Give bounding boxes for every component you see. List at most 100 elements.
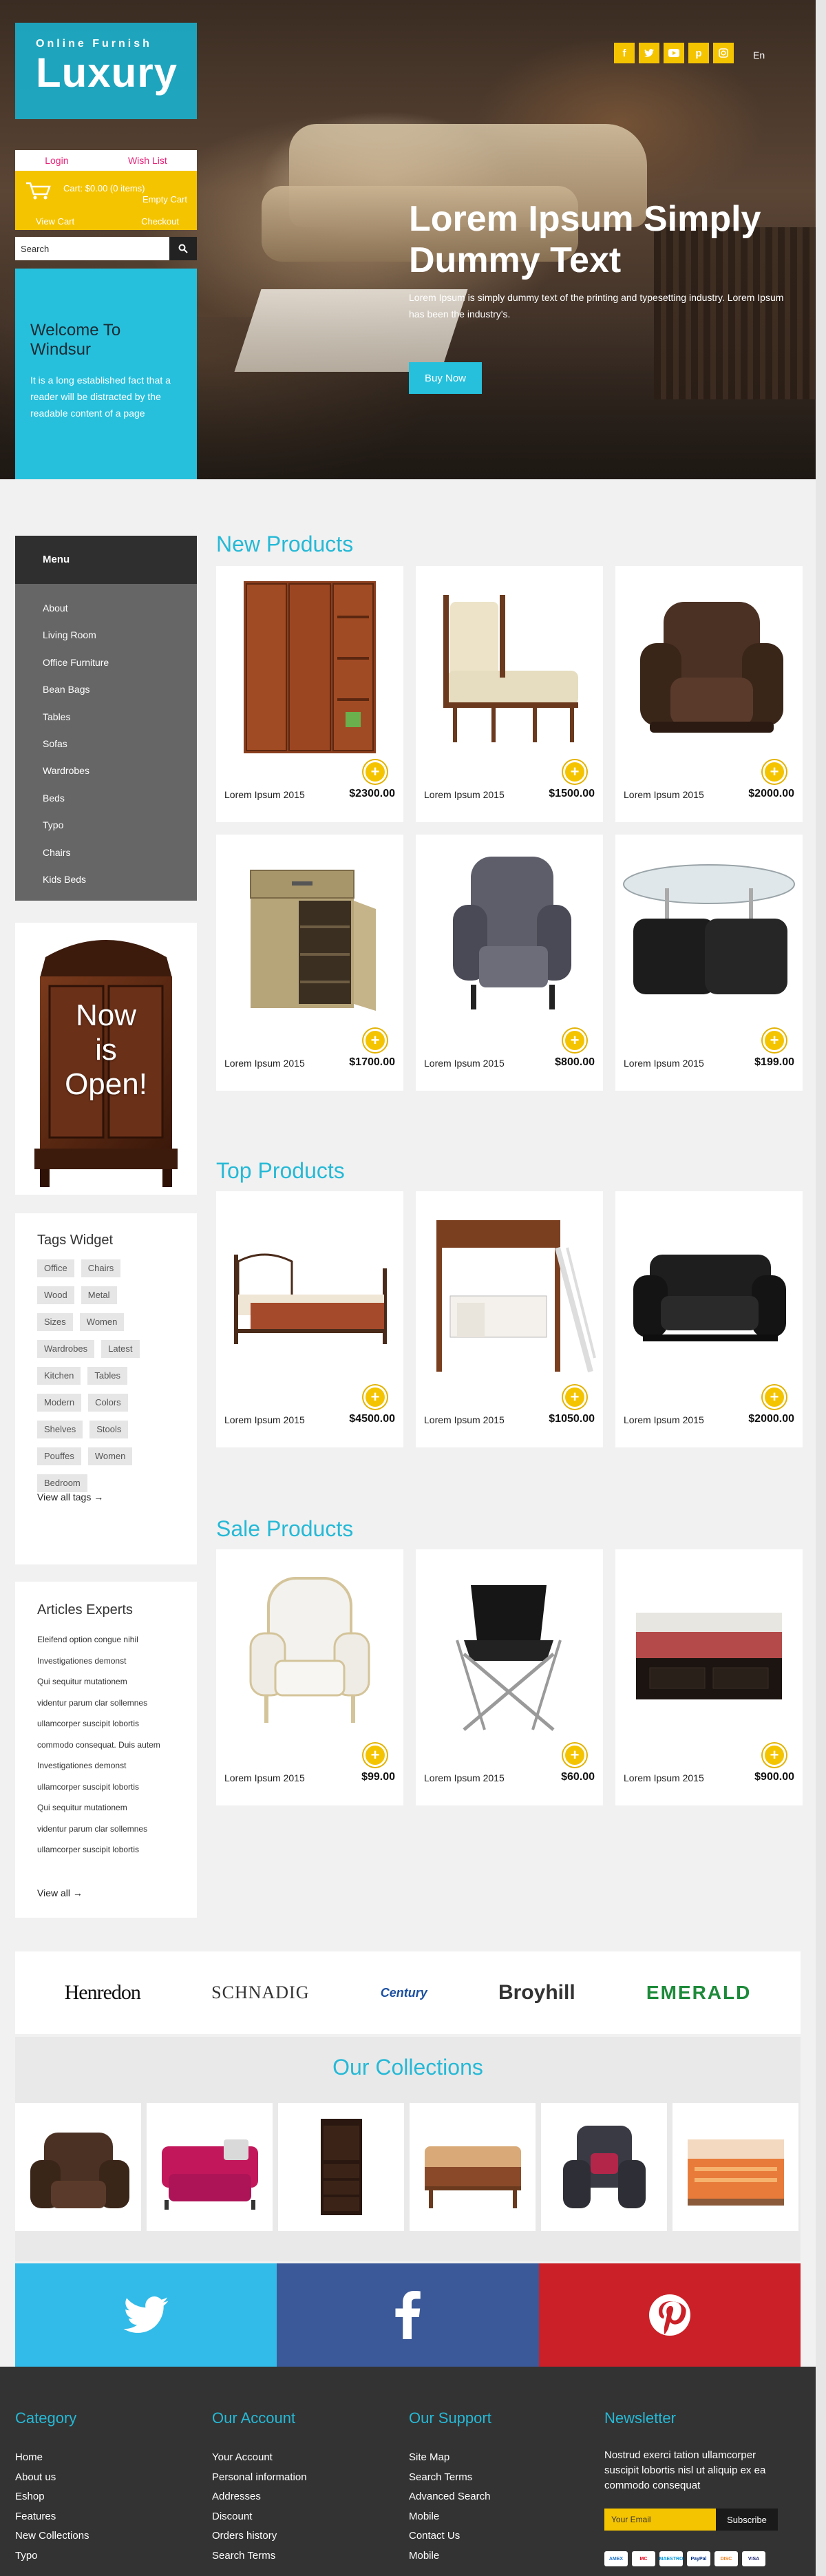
add-to-cart-button[interactable]: +: [763, 1029, 786, 1052]
article-link[interactable]: videntur parum clar sollemnes: [37, 1819, 175, 1840]
product-card[interactable]: + Lorem Ipsum 2015 $900.00: [615, 1549, 803, 1805]
sidebar-item-wardrobes[interactable]: Wardrobes: [15, 757, 197, 784]
cart-icon[interactable]: [25, 180, 52, 201]
sidebar-item-chairs[interactable]: Chairs: [15, 839, 197, 866]
language-selector[interactable]: En: [753, 50, 765, 61]
product-card[interactable]: + Lorem Ipsum 2015 $2000.00: [615, 1191, 803, 1447]
view-cart-link[interactable]: View Cart: [36, 216, 74, 227]
footer-link[interactable]: Search Terms: [212, 2546, 307, 2566]
product-card[interactable]: + Lorem Ipsum 2015 $800.00: [416, 835, 603, 1091]
add-to-cart-button[interactable]: +: [363, 1029, 387, 1052]
login-link[interactable]: Login: [45, 155, 68, 166]
pinterest-icon[interactable]: p: [688, 43, 709, 63]
add-to-cart-button[interactable]: +: [363, 1385, 387, 1409]
checkout-link[interactable]: Checkout: [141, 216, 179, 227]
article-link[interactable]: Investigationes demonst: [37, 1651, 175, 1672]
add-to-cart-button[interactable]: +: [763, 1385, 786, 1409]
footer-link[interactable]: Features: [15, 2507, 89, 2527]
youtube-icon[interactable]: [664, 43, 684, 63]
collection-item[interactable]: [541, 2103, 667, 2231]
product-card[interactable]: + Lorem Ipsum 2015 $99.00: [216, 1549, 403, 1805]
footer-link[interactable]: Mobile: [409, 2507, 491, 2527]
add-to-cart-button[interactable]: +: [363, 1743, 387, 1767]
search-input[interactable]: [15, 237, 169, 260]
tag-metal[interactable]: Metal: [81, 1286, 117, 1304]
buy-now-button[interactable]: Buy Now: [409, 362, 482, 394]
product-card[interactable]: + Lorem Ipsum 2015 $199.00: [615, 835, 803, 1091]
sidebar-item-about[interactable]: About: [15, 595, 197, 622]
add-to-cart-button[interactable]: +: [763, 760, 786, 784]
article-link[interactable]: videntur parum clar sollemnes: [37, 1693, 175, 1714]
tag-sizes[interactable]: Sizes: [37, 1313, 73, 1331]
footer-link[interactable]: Personal information: [212, 2468, 307, 2488]
tag-colors[interactable]: Colors: [88, 1394, 128, 1412]
scrollbar[interactable]: [816, 0, 826, 2576]
add-to-cart-button[interactable]: +: [563, 760, 586, 784]
collection-item[interactable]: [147, 2103, 273, 2231]
collection-item[interactable]: [278, 2103, 404, 2231]
footer-link[interactable]: Discount: [212, 2507, 307, 2527]
tag-bedroom[interactable]: Bedroom: [37, 1474, 87, 1492]
footer-link[interactable]: Home: [15, 2448, 89, 2468]
tag-chairs[interactable]: Chairs: [81, 1259, 121, 1277]
add-to-cart-button[interactable]: +: [563, 1385, 586, 1409]
collection-item[interactable]: [673, 2103, 798, 2231]
footer-link[interactable]: Site Map: [409, 2448, 491, 2468]
article-link[interactable]: ullamcorper suscipit lobortis: [37, 1777, 175, 1798]
tag-wardrobes[interactable]: Wardrobes: [37, 1340, 95, 1358]
subscribe-button[interactable]: Subscribe: [716, 2509, 778, 2531]
brand-century[interactable]: Century: [381, 1986, 427, 2000]
promo-banner[interactable]: Now is Open!: [15, 923, 197, 1195]
facebook-icon[interactable]: f: [614, 43, 635, 63]
sidebar-item-sofas[interactable]: Sofas: [15, 731, 197, 757]
search-button[interactable]: [169, 237, 197, 260]
sidebar-item-bean-bags[interactable]: Bean Bags: [15, 676, 197, 703]
footer-link[interactable]: Addresses: [212, 2487, 307, 2507]
add-to-cart-button[interactable]: +: [363, 760, 387, 784]
footer-link[interactable]: Your Account: [212, 2448, 307, 2468]
tag-tables[interactable]: Tables: [87, 1367, 127, 1385]
tag-office[interactable]: Office: [37, 1259, 74, 1277]
product-card[interactable]: + Lorem Ipsum 2015 $2000.00: [615, 566, 803, 822]
tag-latest[interactable]: Latest: [101, 1340, 140, 1358]
pinterest-link[interactable]: [538, 2263, 801, 2367]
footer-link[interactable]: Orders history: [212, 2526, 307, 2546]
newsletter-email-input[interactable]: [604, 2509, 716, 2531]
product-card[interactable]: + Lorem Ipsum 2015 $1500.00: [416, 566, 603, 822]
facebook-link[interactable]: [277, 2263, 539, 2367]
wishlist-link[interactable]: Wish List: [128, 155, 167, 166]
view-all-tags-link[interactable]: View all tags →: [37, 1491, 103, 1502]
sidebar-item-kids-beds[interactable]: Kids Beds: [15, 866, 197, 893]
product-card[interactable]: + Lorem Ipsum 2015 $4500.00: [216, 1191, 403, 1447]
add-to-cart-button[interactable]: +: [563, 1743, 586, 1767]
product-card[interactable]: + Lorem Ipsum 2015 $1050.00: [416, 1191, 603, 1447]
tag-shelves[interactable]: Shelves: [37, 1421, 83, 1438]
brand-logo[interactable]: Online Furnish Luxury: [15, 23, 197, 119]
sidebar-item-typo[interactable]: Typo: [15, 812, 197, 839]
article-link[interactable]: ullamcorper suscipit lobortis: [37, 1839, 175, 1861]
article-link[interactable]: Qui sequitur mutationem: [37, 1671, 175, 1693]
article-link[interactable]: Eleifend option congue nihil: [37, 1629, 175, 1651]
tag-women[interactable]: Women: [79, 1313, 125, 1331]
footer-link[interactable]: New Collections: [15, 2526, 89, 2546]
article-link[interactable]: Investigationes demonst: [37, 1755, 175, 1777]
twitter-icon[interactable]: [639, 43, 659, 63]
view-all-articles-link[interactable]: View all →: [37, 1887, 83, 1898]
add-to-cart-button[interactable]: +: [563, 1029, 586, 1052]
add-to-cart-button[interactable]: +: [763, 1743, 786, 1767]
product-card[interactable]: + Lorem Ipsum 2015 $2300.00: [216, 566, 403, 822]
footer-link[interactable]: Mobile: [409, 2546, 491, 2566]
collection-item[interactable]: [15, 2103, 141, 2231]
footer-link[interactable]: About us: [15, 2468, 89, 2488]
footer-link[interactable]: Typo: [15, 2546, 89, 2566]
tag-modern[interactable]: Modern: [37, 1394, 82, 1412]
footer-link[interactable]: Search Terms: [409, 2468, 491, 2488]
collection-item[interactable]: [410, 2103, 536, 2231]
tag-wood[interactable]: Wood: [37, 1286, 74, 1304]
sidebar-item-living-room[interactable]: Living Room: [15, 622, 197, 649]
product-card[interactable]: + Lorem Ipsum 2015 $60.00: [416, 1549, 603, 1805]
tag-women-2[interactable]: Women: [87, 1447, 133, 1465]
footer-link[interactable]: Contact Us: [409, 2526, 491, 2546]
instagram-icon[interactable]: [713, 43, 734, 63]
article-link[interactable]: commodo consequat. Duis autem: [37, 1735, 175, 1756]
